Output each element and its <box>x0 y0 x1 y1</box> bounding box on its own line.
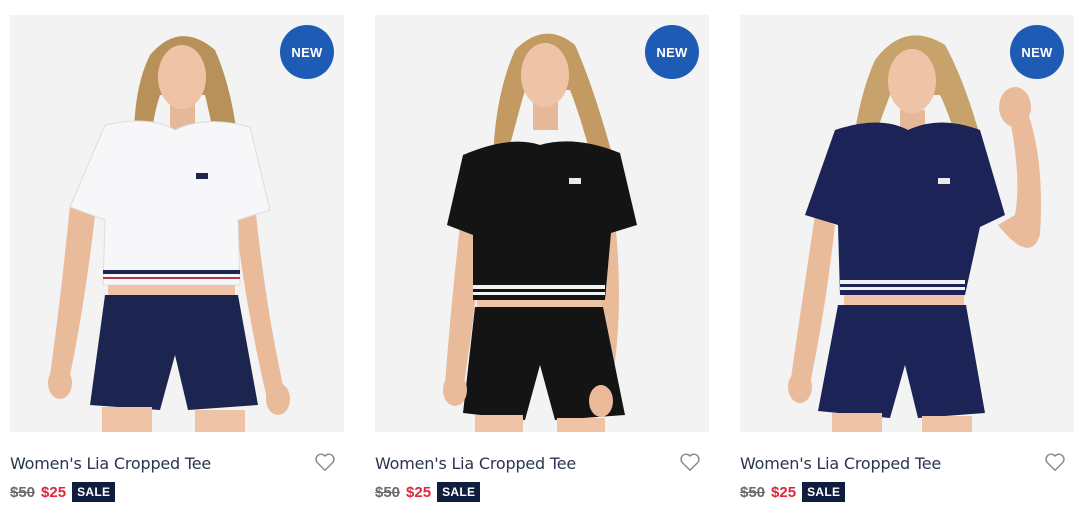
price-row: $50 $25 SALE <box>375 482 481 502</box>
model-photo <box>375 15 709 432</box>
original-price: $50 <box>375 483 401 501</box>
face <box>521 43 569 107</box>
product-grid: NEW Women's Lia Cropped Tee $50 $25 SALE <box>0 0 1080 528</box>
face <box>888 49 936 113</box>
original-price: $50 <box>740 483 766 501</box>
face <box>158 45 206 109</box>
product-info: Women's Lia Cropped Tee $50 $25 SALE <box>375 432 709 515</box>
right-leg <box>195 410 245 432</box>
product-title[interactable]: Women's Lia Cropped Tee <box>740 454 941 473</box>
left-hand <box>788 371 812 403</box>
product-title[interactable]: Women's Lia Cropped Tee <box>375 454 576 473</box>
sale-tag: SALE <box>802 482 846 502</box>
product-image[interactable]: NEW <box>375 15 709 432</box>
right-leg <box>557 418 605 432</box>
new-badge: NEW <box>280 25 334 79</box>
heart-outline-icon[interactable] <box>679 451 701 473</box>
new-badge: NEW <box>1010 25 1064 79</box>
product-card[interactable]: NEW Women's Lia Cropped Tee $50 $25 SALE <box>740 15 1074 515</box>
left-leg <box>475 415 523 432</box>
left-hand <box>443 374 467 406</box>
heart-outline-icon[interactable] <box>1044 451 1066 473</box>
sale-price: $25 <box>771 483 797 501</box>
shirt-hem-stripe-2 <box>473 292 605 295</box>
sale-tag: SALE <box>437 482 481 502</box>
product-card[interactable]: NEW Women's Lia Cropped Tee $50 $25 SALE <box>375 15 709 515</box>
right-hand <box>266 383 290 415</box>
model-photo <box>10 15 344 432</box>
new-badge: NEW <box>645 25 699 79</box>
product-title[interactable]: Women's Lia Cropped Tee <box>10 454 211 473</box>
left-leg <box>102 407 152 432</box>
chest-logo <box>938 178 950 184</box>
shirt-hem-stripe-2 <box>840 287 965 290</box>
chest-logo <box>196 173 208 179</box>
price-row: $50 $25 SALE <box>740 482 846 502</box>
chest-logo <box>569 178 581 184</box>
product-image[interactable]: NEW <box>10 15 344 432</box>
raised-hand <box>999 87 1031 127</box>
shirt-hem-stripe <box>473 285 605 289</box>
left-hand <box>48 367 72 399</box>
product-info: Women's Lia Cropped Tee $50 $25 SALE <box>10 432 344 515</box>
model-photo <box>740 15 1074 432</box>
shirt-hem-stripe <box>840 280 965 284</box>
heart-outline-icon[interactable] <box>314 451 336 473</box>
original-price: $50 <box>10 483 36 501</box>
sale-price: $25 <box>406 483 432 501</box>
left-leg <box>832 413 882 432</box>
shirt-hem-stripe-2 <box>103 277 240 279</box>
product-info: Women's Lia Cropped Tee $50 $25 SALE <box>740 432 1074 515</box>
product-card[interactable]: NEW Women's Lia Cropped Tee $50 $25 SALE <box>10 15 344 515</box>
price-row: $50 $25 SALE <box>10 482 116 502</box>
shirt-hem-stripe <box>103 270 240 274</box>
sale-tag: SALE <box>72 482 116 502</box>
right-hand <box>589 385 613 417</box>
sale-price: $25 <box>41 483 67 501</box>
product-image[interactable]: NEW <box>740 15 1074 432</box>
right-leg <box>922 416 972 432</box>
